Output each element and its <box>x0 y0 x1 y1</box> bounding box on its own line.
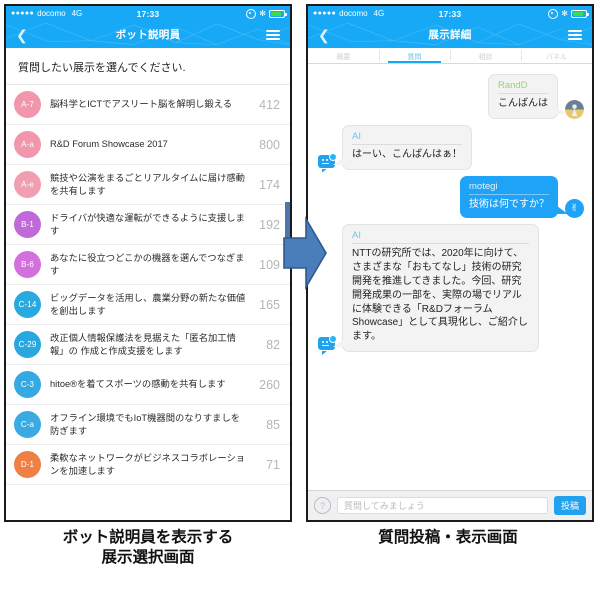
exhibit-code-badge: B-6 <box>14 251 41 278</box>
nav-bar-right: ❮ 展示詳細 <box>308 21 592 48</box>
exhibit-count: 192 <box>259 217 280 232</box>
exhibit-title: オフライン環境でもIoT機器間のなりすましを防ぎます <box>50 412 241 436</box>
left-phone-screenshot: ●●●●● docomo 4G 17:33 ✻ ❮ ボット説明員 質問したい展示… <box>4 4 292 522</box>
exhibit-row[interactable]: C-29 改正個人情報保護法を見据えた「匿名加工情報」の 作成と作成支援をします 8… <box>6 325 290 365</box>
exhibit-row[interactable]: A-7 脳科学とICTでアスリート脳を解明し鍛える 412 <box>6 85 290 125</box>
chat-message: AI NTTの研究所では、2020年に向けて、さまざまな「おもてなし」技術の研究開… <box>308 224 592 355</box>
exhibit-count: 85 <box>266 417 280 432</box>
message-sender-name: AI <box>352 131 462 145</box>
page-title: 展示詳細 <box>428 29 472 41</box>
exhibit-code-badge: A-7 <box>14 91 41 118</box>
exhibit-code-badge: C-29 <box>14 331 41 358</box>
status-icons: ✻ <box>548 8 589 19</box>
message-bubble: RandD こんばんは <box>488 74 566 119</box>
hamburger-menu-icon[interactable] <box>266 29 280 40</box>
bubble-tail <box>557 206 568 215</box>
message-bubble: motegi 技術は何ですか？ <box>460 175 568 219</box>
status-bar-right: ●●●●● docomo 4G 17:33 ✻ <box>308 6 592 21</box>
exhibit-code-badge: C-a <box>14 411 41 438</box>
post-button[interactable]: 投稿 <box>553 496 586 515</box>
exhibit-count: 412 <box>259 97 280 112</box>
exhibit-title: 競技や公演をまるごとリアルタイムに届け感動を共有します <box>50 172 245 196</box>
chat-message: AI はーい、こんばんはぁ！ <box>308 124 592 173</box>
battery-icon <box>269 9 287 18</box>
exhibit-row[interactable]: A-a R&D Forum Showcase 2017 800 <box>6 125 290 165</box>
message-input-field[interactable]: 質問してみましょう <box>337 497 548 514</box>
hamburger-menu-icon[interactable] <box>568 29 582 40</box>
exhibit-count: 174 <box>259 177 280 192</box>
right-caption: 質問投稿・表示画面 <box>378 529 518 546</box>
exhibit-code-badge: C-14 <box>14 291 41 318</box>
status-icons: ✻ <box>246 8 287 19</box>
selection-prompt: 質問したい展示を選んでください. <box>18 62 186 74</box>
exhibit-count: 800 <box>259 137 280 152</box>
exhibit-row[interactable]: B-1 ドライバが快適な運転ができるように支援します 192 <box>6 205 290 245</box>
battery-icon <box>571 9 589 18</box>
chat-message: RandD こんばんは <box>308 74 592 119</box>
detail-tabs[interactable]: 概要 質問 相談 パネル <box>308 48 592 64</box>
exhibit-title: ビッグデータを活用し、農業分野の新たな価値を創出します <box>50 292 246 316</box>
exhibit-title: hitoe®を着てスポーツの感動を共有します <box>50 379 226 390</box>
user-avatar-icon <box>565 99 584 119</box>
message-bubble: AI NTTの研究所では、2020年に向けて、さまざまな「おもてなし」技術の研究開… <box>333 224 539 352</box>
message-bubble: AI はーい、こんばんはぁ！ <box>333 124 472 170</box>
exhibit-code-badge: C-3 <box>14 371 41 398</box>
message-text: NTTの研究所では、2020年に向けて、さまざまな「おもてなし」技術の研究開発を… <box>352 248 528 343</box>
exhibit-row[interactable]: C-a オフライン環境でもIoT機器間のなりすましを防ぎます 85 <box>6 405 290 445</box>
exhibit-code-badge: A-e <box>14 171 41 198</box>
left-caption: ボット説明員を表示する 展示選択画面 <box>62 529 234 566</box>
exhibit-count: 82 <box>266 337 280 352</box>
message-sender-name: RandD <box>498 80 548 94</box>
exhibit-title: R&D Forum Showcase 2017 <box>50 139 168 150</box>
exhibit-title: 改正個人情報保護法を見据えた「匿名加工情報」の 作成と作成支援をします <box>50 332 236 356</box>
bubble-tail <box>333 156 344 165</box>
exhibit-title: あなたに役立つどこかの機器を選んでつなぎます <box>50 252 245 276</box>
exhibit-title: 脳科学とICTでアスリート脳を解明し鍛える <box>50 99 233 110</box>
question-mark-icon[interactable]: ? <box>314 497 331 514</box>
page-title: ボット説明員 <box>115 29 181 41</box>
chat-thread: RandD こんばんは AI はーい、こんばんはぁ！ motegi 技術は何ですか？ ✌ AI… <box>308 64 592 502</box>
exhibit-count: 165 <box>259 297 280 312</box>
message-sender-name: motegi <box>469 181 549 195</box>
bluetooth-icon: ✻ <box>561 9 568 18</box>
location-icon <box>246 8 257 19</box>
chat-message: motegi 技術は何ですか？ ✌ <box>308 175 592 219</box>
tab-1[interactable]: 概要 <box>308 48 379 63</box>
exhibit-title: ドライバが快適な運転ができるように支援します <box>50 212 245 236</box>
exhibit-row[interactable]: B-6 あなたに役立つどこかの機器を選んでつなぎます 109 <box>6 245 290 285</box>
right-arrow-icon <box>283 216 327 290</box>
exhibit-code-badge: A-a <box>14 131 41 158</box>
back-button[interactable]: ❮ <box>318 28 330 42</box>
exhibit-list[interactable]: A-7 脳科学とICTでアスリート脳を解明し鍛える 412 A-a R&D Forum … <box>6 84 290 485</box>
exhibit-code-badge: B-1 <box>14 211 41 238</box>
message-input-bar: ? 質問してみましょう 投稿 <box>308 490 592 520</box>
exhibit-row[interactable]: C-3 hitoe®を着てスポーツの感動を共有します 260 <box>6 365 290 405</box>
bubble-tail <box>333 338 344 347</box>
message-text: はーい、こんばんはぁ！ <box>352 148 462 160</box>
exhibit-row[interactable]: A-e 競技や公演をまるごとリアルタイムに届け感動を共有します 174 <box>6 165 290 205</box>
message-sender-name: AI <box>352 230 529 245</box>
exhibit-code-badge: D-1 <box>14 451 41 478</box>
exhibit-row[interactable]: D-1 柔軟なネットワークがビジネスコラボレーションを加速します 71 <box>6 445 290 485</box>
figure-stage: ●●●●● docomo 4G 17:33 ✻ ❮ ボット説明員 質問したい展示… <box>0 0 600 590</box>
exhibit-count: 71 <box>266 457 280 472</box>
exhibit-count: 260 <box>259 377 280 392</box>
message-text: 技術は何ですか？ <box>469 198 549 210</box>
exhibit-title: 柔軟なネットワークがビジネスコラボレーションを加速します <box>50 452 246 476</box>
bubble-tail <box>555 105 566 114</box>
bluetooth-icon: ✻ <box>259 9 266 18</box>
exhibit-count: 109 <box>259 257 280 272</box>
location-icon <box>548 8 559 19</box>
message-text: こんばんは <box>498 98 548 109</box>
tab-4[interactable]: パネル <box>521 48 592 63</box>
exhibit-row[interactable]: C-14 ビッグデータを活用し、農業分野の新たな価値を創出します 165 <box>6 285 290 325</box>
message-input-placeholder: 質問してみましょう <box>344 501 425 511</box>
back-button[interactable]: ❮ <box>16 28 28 42</box>
tab-3[interactable]: 相談 <box>450 48 521 63</box>
nav-bar-left: ❮ ボット説明員 <box>6 21 290 48</box>
tab-2[interactable]: 質問 <box>379 48 450 63</box>
right-phone-screenshot: ●●●●● docomo 4G 17:33 ✻ ❮ 展示詳細 概要質問相談 <box>306 4 594 522</box>
status-bar-left: ●●●●● docomo 4G 17:33 ✻ <box>6 6 290 21</box>
